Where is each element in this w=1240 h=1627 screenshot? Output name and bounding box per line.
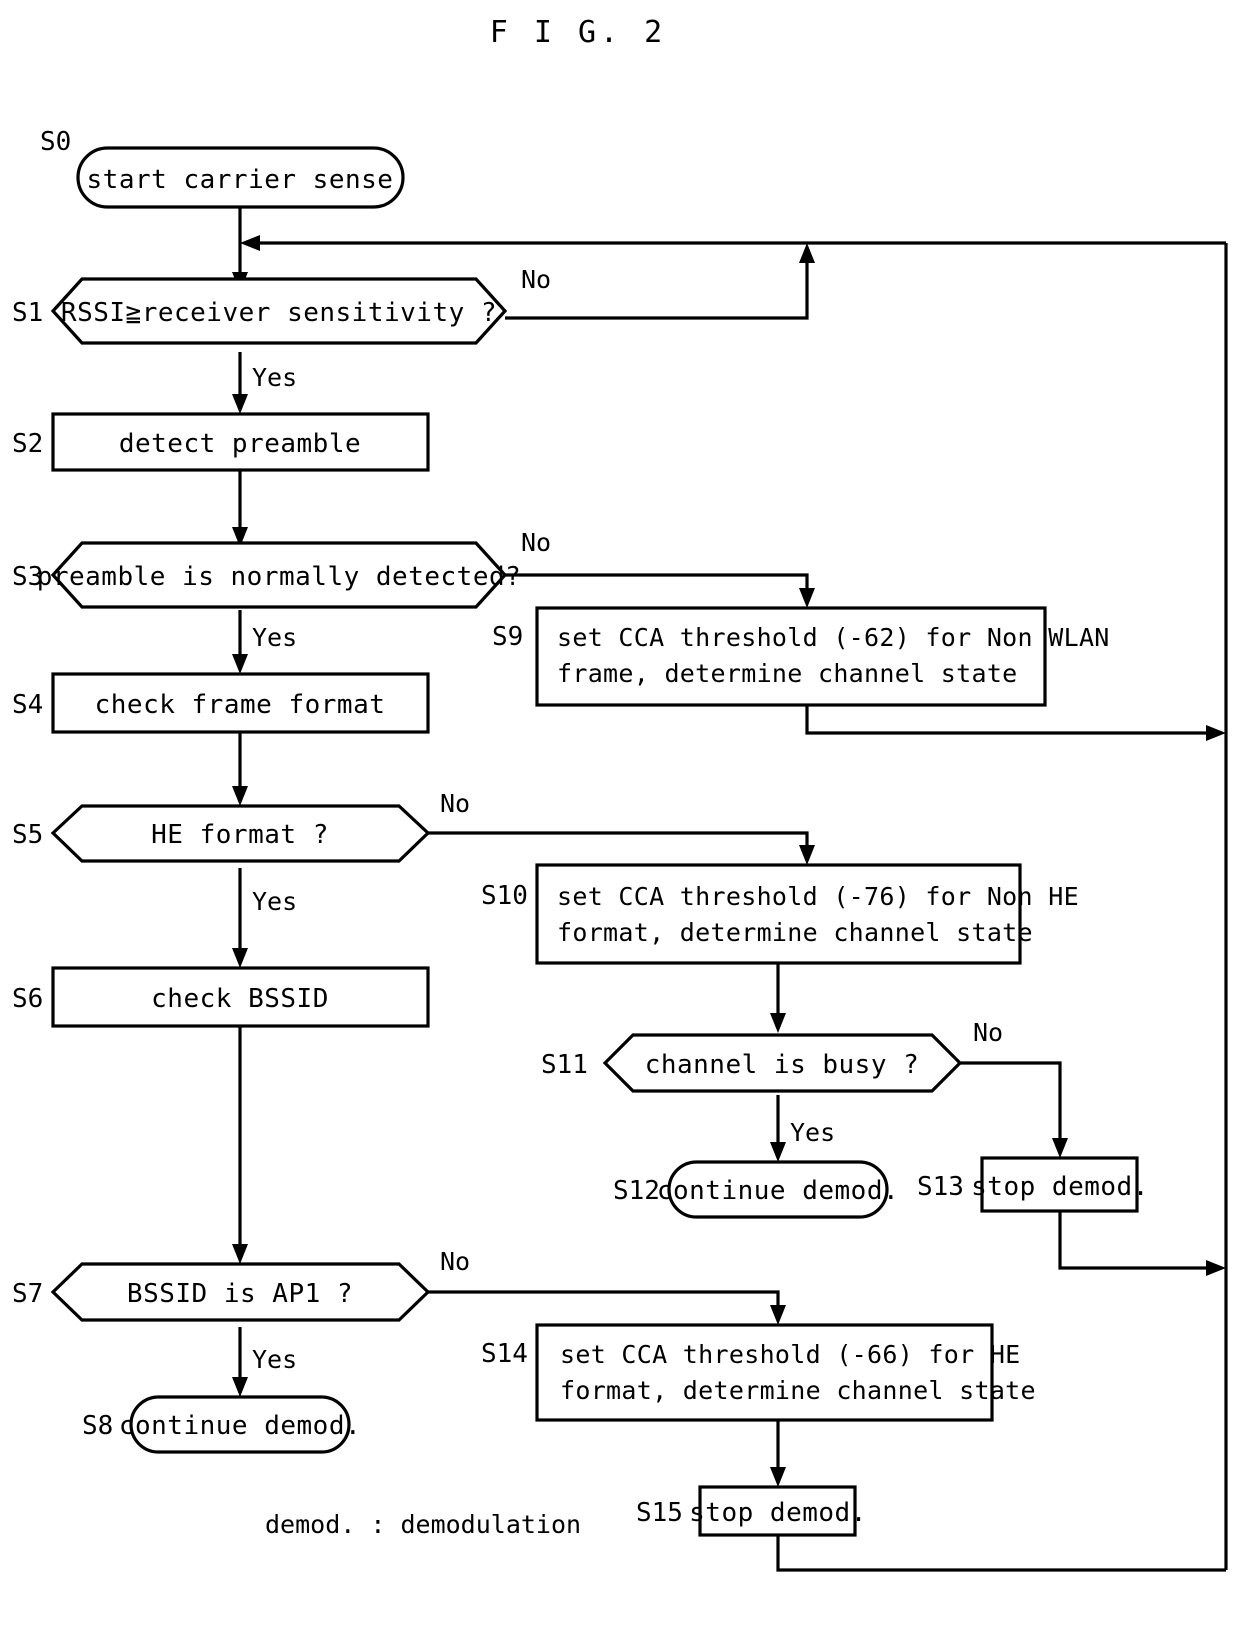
step-label-s7: S7: [12, 1279, 43, 1309]
step-label-s10: S10: [481, 881, 528, 911]
figure-footnote: demod. : demodulation: [265, 1510, 581, 1539]
connector-s11-no: [960, 1061, 1062, 1144]
node-s6-label: check BSSID: [151, 984, 329, 1014]
node-s2-label: detect preamble: [119, 429, 361, 459]
branch-label-s7-yes: Yes: [252, 1345, 297, 1374]
arrow-s7-no: [770, 1305, 786, 1325]
step-label-s6: S6: [12, 984, 43, 1014]
connector-s7-no: [428, 1290, 780, 1311]
node-s10-shape: [535, 863, 1022, 965]
step-label-s15: S15: [636, 1498, 683, 1528]
node-s0-label: start carrier sense: [87, 165, 394, 195]
figure-title: F I G. 2: [490, 15, 667, 50]
arrow-s5-to-s6: [232, 948, 248, 968]
node-s15-label: stop demod.: [689, 1498, 867, 1528]
node-s1-label: RSSI≧receiver sensitivity ?: [61, 298, 497, 328]
step-label-s8: S8: [82, 1411, 113, 1441]
branch-label-s11-yes: Yes: [790, 1118, 835, 1147]
arrow-s10-to-s11: [770, 1013, 786, 1033]
node-s10-label-line1: set CCA threshold (-76) for Non HE: [557, 882, 1079, 911]
arrow-s9-to-return: [1206, 725, 1226, 741]
node-s14-label-line1: set CCA threshold (-66) for HE: [560, 1340, 1021, 1369]
connector-s15-to-return: [776, 1535, 1226, 1572]
branch-label-s11-no: No: [973, 1018, 1003, 1047]
node-s5-label: HE format ?: [151, 820, 329, 850]
arrow-s14-to-s15: [770, 1467, 786, 1487]
branch-label-s5-no: No: [440, 789, 470, 818]
connector-s9-to-return: [805, 705, 1212, 735]
step-label-s13: S13: [917, 1172, 964, 1202]
node-s12-label: continue demod.: [657, 1176, 899, 1206]
step-label-s2: S2: [12, 429, 43, 459]
node-s14-label-line2: format, determine channel state: [560, 1376, 1036, 1405]
step-label-s4: S4: [12, 690, 43, 720]
branch-label-s7-no: No: [440, 1247, 470, 1276]
step-label-s0: S0: [40, 127, 71, 157]
node-s9-label-line2: frame, determine channel state: [557, 659, 1018, 688]
branch-label-s1-yes: Yes: [252, 363, 297, 392]
step-label-s11: S11: [541, 1050, 588, 1080]
arrow-s11-no: [1052, 1138, 1068, 1158]
node-s3-label: preamble is normally detected?: [37, 562, 522, 592]
step-label-s9: S9: [492, 622, 523, 652]
figure-page: F I G. 2 start carrier sense S0 RSSI≧rec…: [0, 0, 1240, 1627]
node-s8-label: continue demod.: [119, 1411, 361, 1441]
branch-label-s1-no: No: [521, 265, 551, 294]
node-s10-label-line2: format, determine channel state: [557, 918, 1033, 947]
node-s9-label-line1: set CCA threshold (-62) for Non WLAN: [557, 623, 1110, 652]
arrow-s3-no: [799, 588, 815, 608]
step-label-s14: S14: [481, 1339, 528, 1369]
arrow-s1-no: [799, 243, 815, 263]
arrow-s11-to-s12: [770, 1142, 786, 1162]
node-s11-label: channel is busy ?: [645, 1050, 920, 1080]
branch-label-s3-no: No: [521, 528, 551, 557]
node-s7-label: BSSID is AP1 ?: [127, 1279, 353, 1309]
arrow-s7-to-s8: [232, 1377, 248, 1397]
step-label-s3: S3: [12, 562, 43, 592]
arrow-s4-to-s5: [232, 786, 248, 806]
arrow-s5-no: [799, 845, 815, 865]
arrow-s3-to-s4: [232, 654, 248, 674]
connector-s3-no: [505, 573, 809, 594]
branch-label-s5-yes: Yes: [252, 887, 297, 916]
connector-s13-to-return: [1058, 1211, 1212, 1270]
flowchart-canvas: F I G. 2 start carrier sense S0 RSSI≧rec…: [12, 15, 1228, 1572]
arrow-s1-to-s2: [232, 394, 248, 414]
arrow-s13-to-return: [1206, 1260, 1226, 1276]
node-s13-label: stop demod.: [971, 1172, 1149, 1202]
arrow-return-into-spine: [240, 235, 260, 251]
step-label-s1: S1: [12, 298, 43, 328]
step-label-s5: S5: [12, 820, 43, 850]
connector-s5-no: [428, 831, 809, 851]
step-label-s12: S12: [613, 1176, 660, 1206]
node-s4-label: check frame format: [95, 690, 386, 720]
branch-label-s3-yes: Yes: [252, 623, 297, 652]
arrow-s6-to-s7: [232, 1244, 248, 1264]
